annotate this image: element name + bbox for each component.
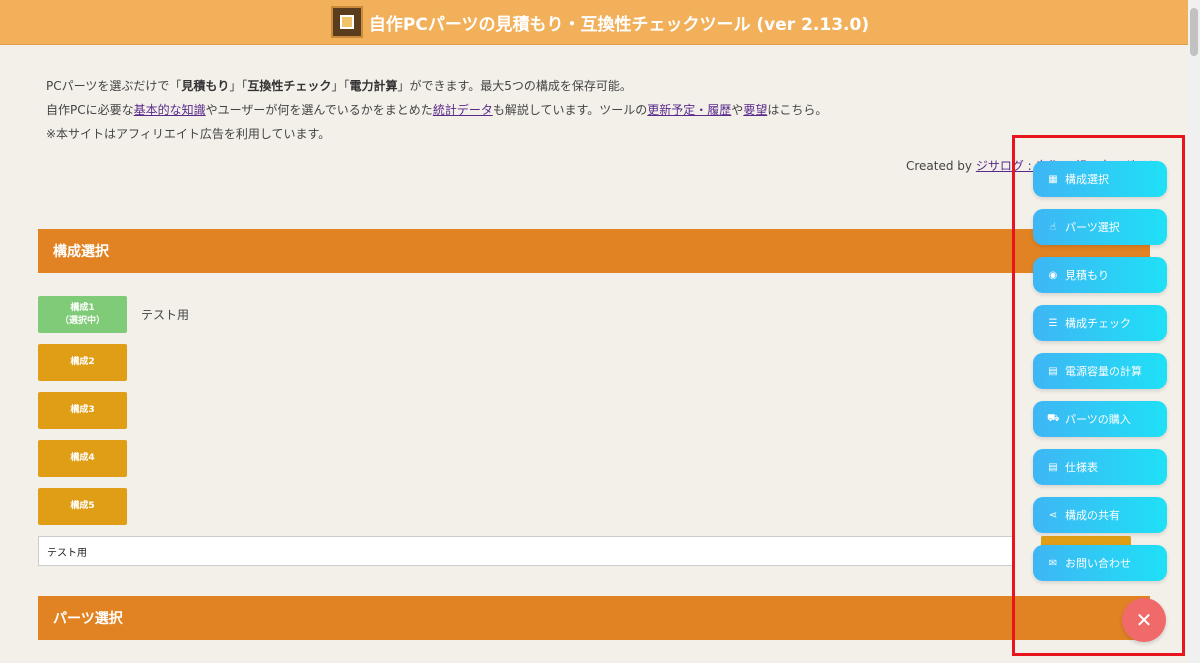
config-section-header: 構成選択 [38,229,1150,273]
config-5-button[interactable]: 構成5 [38,488,127,525]
intro-text: PCパーツを選ぶだけで「見積もり」「互換性チェック」「電力計算」ができます。最大… [46,74,827,146]
config-4-button[interactable]: 構成4 [38,440,127,477]
update-history-link[interactable]: 更新予定・履歴 [647,103,731,117]
parts-section-header: パーツ選択 [38,596,1150,640]
highlight-box [1012,135,1185,656]
scrollbar-thumb[interactable] [1190,8,1198,56]
requests-link[interactable]: 要望 [743,103,767,117]
page-title: 自作PCパーツの見積もり・互換性チェックツール (ver 2.13.0) [368,14,870,35]
intro-line-2: 自作PCに必要な基本的な知識やユーザーが何を選んでいるかをまとめた統計データも解… [46,103,828,117]
cpu-chip-icon [330,6,363,38]
config-section-title: 構成選択 [53,244,109,260]
config-name-input[interactable] [38,536,1014,566]
app-header: 自作PCパーツの見積もり・互換性チェックツール (ver 2.13.0) [0,0,1200,45]
parts-section-title: パーツ選択 [53,611,123,627]
config-1-button[interactable]: 構成1 （選択中） [38,296,127,333]
statistics-link[interactable]: 統計データ [433,103,493,117]
basic-knowledge-link[interactable]: 基本的な知識 [134,103,206,117]
config-3-button[interactable]: 構成3 [38,392,127,429]
config-2-button[interactable]: 構成2 [38,344,127,381]
config-1-name: テスト用 [141,308,190,322]
intro-line-1: PCパーツを選ぶだけで「見積もり」「互換性チェック」「電力計算」ができます。最大… [46,79,632,93]
affiliate-notice: ※本サイトはアフィリエイト広告を利用しています。 [46,127,331,141]
page-scrollbar[interactable] [1188,0,1200,663]
